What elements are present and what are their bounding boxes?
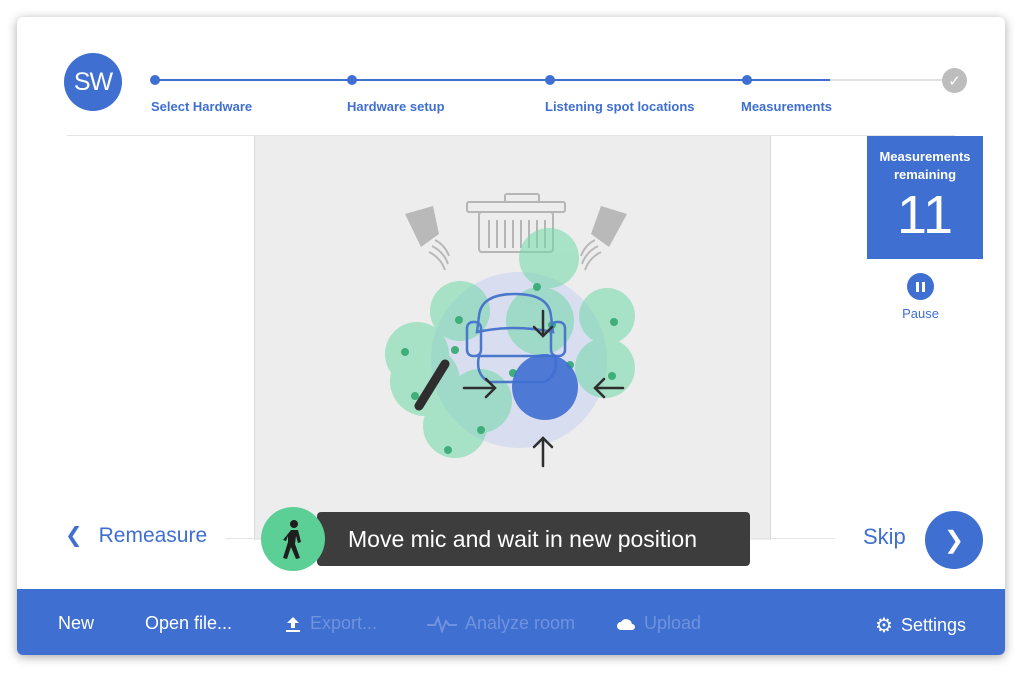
step-dot-listening-spots	[545, 75, 555, 85]
measurements-remaining-label: Measurements remaining	[879, 149, 971, 182]
new-button[interactable]: New	[58, 613, 94, 634]
progress-stepper: ✓ Select Hardware Hardware setup Listeni…	[17, 17, 1005, 127]
step-label-measurements[interactable]: Measurements	[741, 99, 832, 114]
pause-button[interactable]	[907, 273, 934, 300]
instruction-message: Move mic and wait in new position	[348, 525, 697, 552]
step-dot-select-hardware	[150, 75, 160, 85]
open-file-label: Open file...	[145, 613, 233, 633]
app-window: SW ✓ Select Hardware Hardware setup List…	[17, 17, 1005, 655]
progress-track-remaining	[830, 79, 955, 81]
measurements-remaining-panel: Measurements remaining 11	[867, 136, 983, 259]
cloud-icon	[617, 618, 635, 630]
upload-button[interactable]: Upload	[616, 613, 701, 634]
step-complete-check-icon: ✓	[942, 68, 967, 93]
gear-icon: ⚙	[875, 615, 893, 637]
new-label: New	[58, 613, 95, 633]
progress-track-complete	[155, 79, 830, 81]
skip-button[interactable]: Skip	[863, 524, 906, 550]
instruction-toast: Move mic and wait in new position	[317, 512, 750, 566]
upload-arrow-icon	[286, 616, 300, 632]
walking-person-icon	[261, 507, 325, 571]
chevron-left-icon: ❮	[65, 524, 83, 547]
measurements-remaining-count: 11	[896, 185, 954, 245]
waveform-icon	[427, 614, 457, 633]
settings-button[interactable]: ⚙ Settings	[875, 613, 966, 638]
bottom-divider-right	[752, 538, 835, 539]
step-label-hardware-setup[interactable]: Hardware setup	[347, 99, 445, 114]
left-speaker-icon	[405, 206, 439, 247]
export-button[interactable]: Export...	[284, 613, 377, 634]
measurement-illustration	[254, 136, 771, 540]
step-label-listening-spots[interactable]: Listening spot locations	[545, 99, 695, 114]
upload-label: Upload	[644, 613, 702, 633]
bottom-toolbar: New Open file... Export... Analyze room …	[17, 589, 1005, 655]
analyze-room-label: Analyze room	[465, 613, 576, 633]
analyze-room-button[interactable]: Analyze room	[427, 613, 575, 634]
target-position	[512, 354, 578, 420]
room-diagram	[385, 193, 635, 468]
step-dot-hardware-setup	[347, 75, 357, 85]
step-label-select-hardware[interactable]: Select Hardware	[151, 99, 252, 114]
next-button[interactable]: ❯	[925, 511, 983, 569]
chevron-right-icon: ❯	[943, 526, 965, 554]
right-speaker-icon	[591, 206, 627, 247]
pause-icon	[916, 281, 919, 292]
settings-label: Settings	[900, 615, 966, 635]
step-dot-measurements	[742, 75, 752, 85]
remeasure-label: Remeasure	[98, 524, 208, 547]
pause-label[interactable]: Pause	[887, 306, 954, 321]
open-file-button[interactable]: Open file...	[145, 613, 232, 634]
remeasure-button[interactable]: ❮ Remeasure	[65, 523, 207, 548]
export-label: Export...	[310, 613, 378, 633]
bottom-divider-left	[226, 538, 266, 539]
